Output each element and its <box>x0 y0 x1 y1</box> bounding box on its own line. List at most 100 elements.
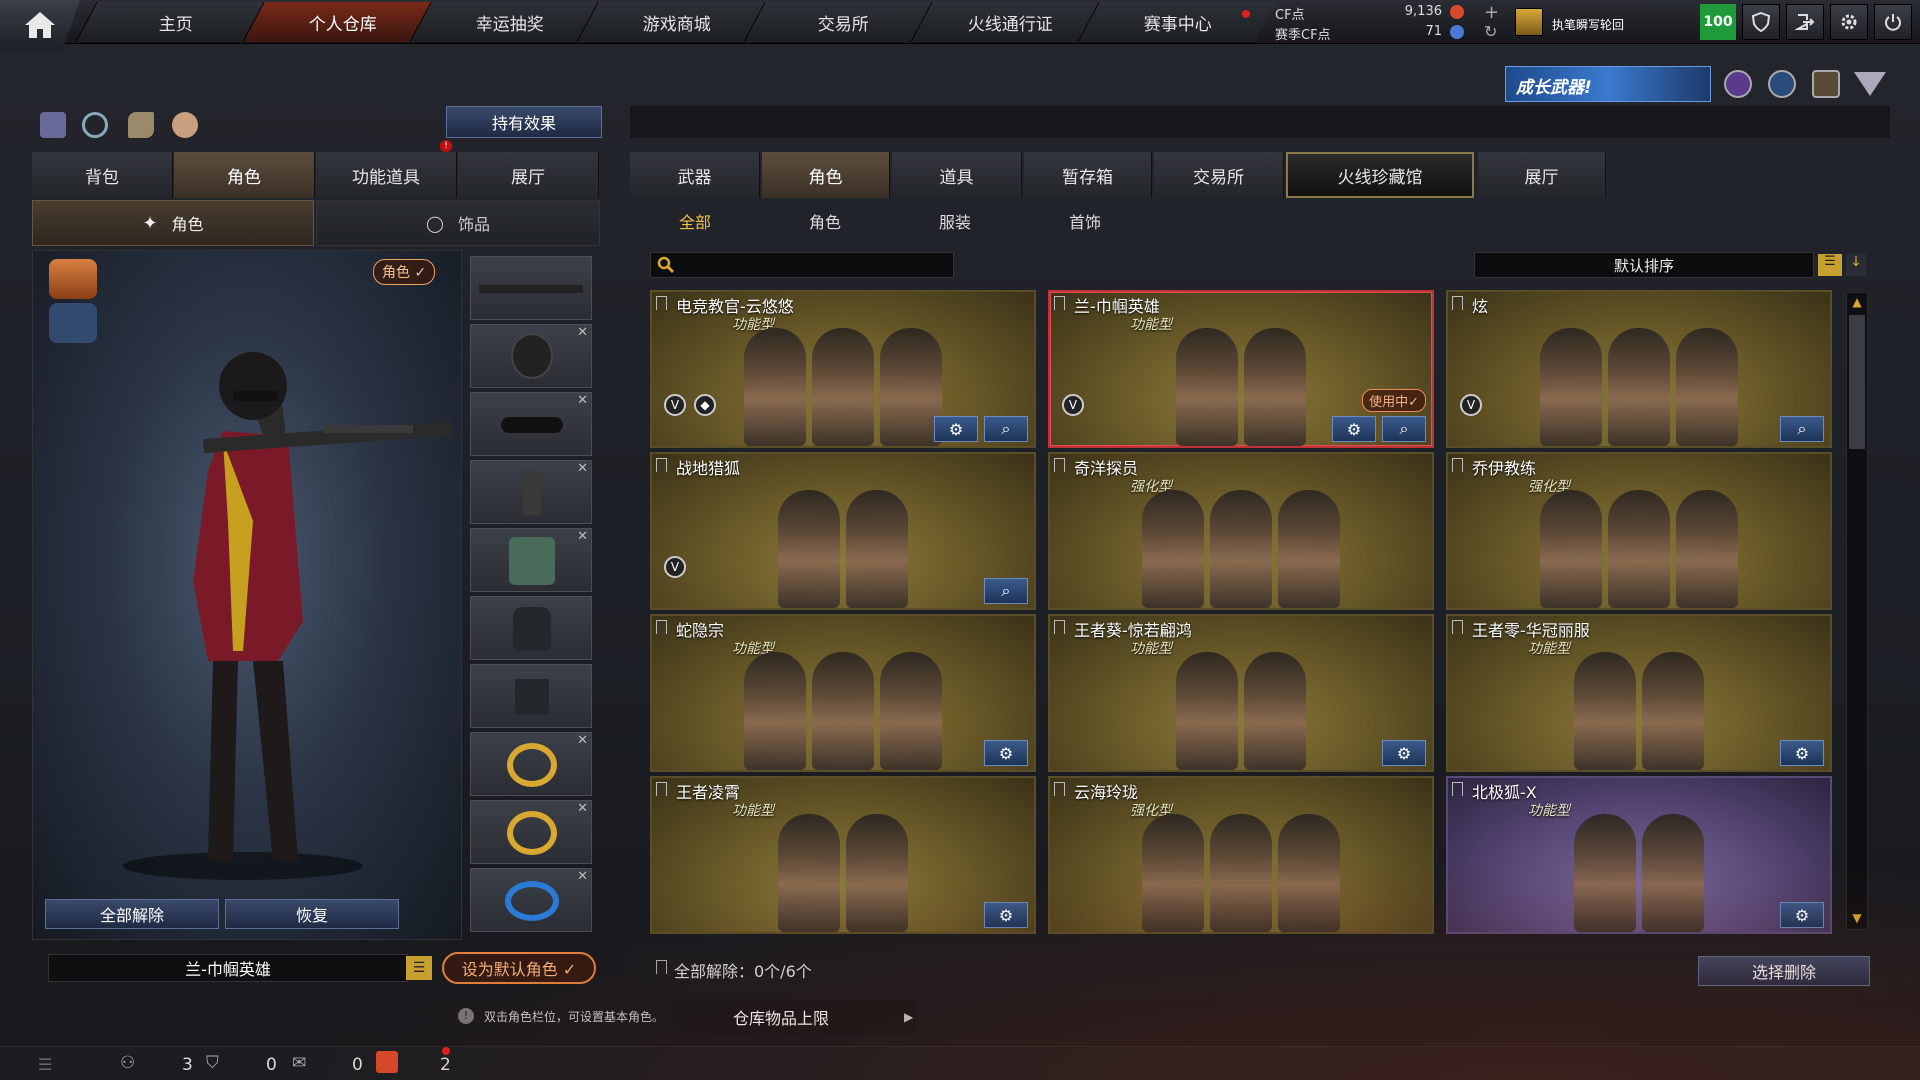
inspect-button[interactable]: ⌕ <box>984 578 1028 604</box>
remove-icon[interactable]: ✕ <box>577 393 588 408</box>
globe-icon[interactable] <box>1768 70 1796 98</box>
role-card[interactable]: 王者凌霄 功能型 ⚙ <box>650 776 1036 934</box>
nav-tab-6[interactable]: 赛事中心 <box>1077 2 1277 42</box>
upgrade-button[interactable]: ⚙ <box>984 740 1028 766</box>
scrollbar[interactable]: ▲ ▼ <box>1846 292 1868 930</box>
role-card[interactable]: 云海玲珑 强化型 <box>1048 776 1434 934</box>
bookmark-icon[interactable] <box>1054 458 1065 472</box>
shield-button[interactable] <box>1742 4 1780 40</box>
left-tab-1[interactable]: 角色 <box>174 152 315 198</box>
bookmark-icon[interactable] <box>1054 620 1065 634</box>
inspect-button[interactable]: ⌕ <box>1382 416 1426 442</box>
hold-effect-button[interactable]: 持有效果 <box>446 106 602 138</box>
menu-icon[interactable]: ☰ <box>38 1055 52 1074</box>
pet-icon[interactable] <box>172 112 198 138</box>
role-card[interactable]: 战地猎狐 V ⌕ <box>650 452 1036 610</box>
left-tab-2[interactable]: 功能道具 <box>316 152 457 198</box>
role-card[interactable]: 兰-巾帼英雄 功能型 V 使用中✓ ⚙ ⌕ <box>1048 290 1434 448</box>
home-button[interactable] <box>0 0 80 50</box>
subtab-role[interactable]: ✦ 角色 <box>32 200 314 246</box>
promo-banner[interactable]: 成长武器! <box>1505 66 1711 102</box>
settings-button[interactable] <box>1830 4 1868 40</box>
refresh-icon[interactable]: ↻ <box>1484 22 1497 41</box>
ranking-icon[interactable] <box>40 112 66 138</box>
inspect-button[interactable]: ⌕ <box>984 416 1028 442</box>
right-tab-1[interactable]: 角色 <box>762 152 890 198</box>
upgrade-button[interactable]: ⚙ <box>1332 416 1376 442</box>
unequip-all-button[interactable]: 全部解除 <box>45 899 219 929</box>
bookmark-icon[interactable] <box>656 296 667 310</box>
spray-icon[interactable] <box>128 112 154 138</box>
w-logo-icon[interactable] <box>1854 72 1886 96</box>
upgrade-button[interactable]: ⚙ <box>984 902 1028 928</box>
upgrade-button[interactable]: ⚙ <box>1780 740 1824 766</box>
sort-direction-icon[interactable]: ↓ <box>1846 254 1866 276</box>
upgrade-button[interactable]: ⚙ <box>1780 902 1824 928</box>
scroll-down-icon[interactable]: ▼ <box>1849 911 1865 927</box>
right-subtab-2[interactable]: 服装 <box>890 202 1020 240</box>
right-subtab-1[interactable]: 角色 <box>760 202 890 240</box>
add-currency-icon[interactable]: + <box>1484 2 1499 23</box>
role-card[interactable]: 乔伊教练 强化型 <box>1446 452 1832 610</box>
clan-shield-icon[interactable]: ⛉ <box>206 1053 219 1073</box>
fox-mode-icon[interactable] <box>49 259 97 299</box>
search-input[interactable] <box>650 252 954 278</box>
inspect-button[interactable]: ⌕ <box>1780 416 1824 442</box>
role-card[interactable]: 奇洋探员 强化型 <box>1048 452 1434 610</box>
restore-button[interactable]: 恢复 <box>225 899 399 929</box>
role-card[interactable]: 蛇隐宗 功能型 ⚙ <box>650 614 1036 772</box>
role-card[interactable]: 炫 V ⌕ <box>1446 290 1832 448</box>
role-card[interactable]: 王者零-华冠丽服 功能型 ⚙ <box>1446 614 1832 772</box>
slot-ring-2[interactable]: ✕ <box>470 800 592 864</box>
list-menu-icon[interactable]: ☰ <box>406 956 432 980</box>
bookmark-icon[interactable] <box>656 782 667 796</box>
right-tab-4[interactable]: 交易所 <box>1154 152 1284 198</box>
select-delete-button[interactable]: 选择删除 <box>1698 956 1870 986</box>
left-tab-3[interactable]: 展厅 <box>458 152 599 198</box>
bookmark-icon[interactable] <box>1452 296 1463 310</box>
remove-icon[interactable]: ✕ <box>577 529 588 544</box>
subtab-accessory[interactable]: ◯ 饰品 <box>316 200 600 246</box>
sort-list-icon[interactable]: ☰ <box>1818 254 1842 276</box>
remove-icon[interactable]: ✕ <box>577 801 588 816</box>
slot-body-empty[interactable] <box>470 596 592 660</box>
remove-icon[interactable]: ✕ <box>577 733 588 748</box>
bookmark-icon[interactable] <box>1054 782 1065 796</box>
right-tab-3[interactable]: 暂存箱 <box>1024 152 1152 198</box>
cycle-icon[interactable] <box>82 112 108 138</box>
chat-icon[interactable]: ✉ <box>292 1053 306 1073</box>
alt-mode-icon[interactable] <box>49 303 97 343</box>
remove-icon[interactable]: ✕ <box>577 325 588 340</box>
role-card[interactable]: 王者葵-惊若翩鸿 功能型 ⚙ <box>1048 614 1434 772</box>
slot-goggles[interactable]: ✕ <box>470 392 592 456</box>
slot-legs-empty[interactable] <box>470 664 592 728</box>
bookmark-icon[interactable] <box>1452 458 1463 472</box>
scroll-up-icon[interactable]: ▲ <box>1849 295 1865 311</box>
role-card[interactable]: 电竞教官-云悠悠 功能型 V ◆ ⚙ ⌕ <box>650 290 1036 448</box>
capacity-button[interactable]: 仓库物品上限 <box>646 1000 916 1034</box>
right-tab-0[interactable]: 武器 <box>630 152 760 198</box>
crossed-swords-icon[interactable] <box>1812 70 1840 98</box>
character-preview[interactable]: 角色 ✓ 全部解除 恢复 <box>32 250 462 940</box>
gift-icon[interactable] <box>376 1051 398 1073</box>
right-tab-6[interactable]: 展厅 <box>1478 152 1606 198</box>
logout-button[interactable] <box>1786 4 1824 40</box>
power-button[interactable] <box>1874 4 1912 40</box>
sort-dropdown[interactable]: 默认排序 <box>1474 252 1814 278</box>
right-tab-2[interactable]: 道具 <box>892 152 1022 198</box>
friends-icon[interactable]: ⚇ <box>120 1053 135 1073</box>
slot-bracelet[interactable]: ✕ <box>470 868 592 932</box>
right-subtab-0[interactable]: 全部 <box>630 202 760 240</box>
slot-helmet[interactable]: ✕ <box>470 324 592 388</box>
remove-icon[interactable]: ✕ <box>577 869 588 884</box>
bookmark-icon[interactable] <box>1054 296 1065 310</box>
slot-ring-1[interactable]: ✕ <box>470 732 592 796</box>
remove-icon[interactable]: ✕ <box>577 461 588 476</box>
v-badge-icon[interactable] <box>1724 70 1752 98</box>
right-subtab-3[interactable]: 首饰 <box>1020 202 1150 240</box>
bookmark-icon[interactable] <box>656 458 667 472</box>
capacity-arrow-icon[interactable]: ▶ <box>904 1010 913 1024</box>
bookmark-icon[interactable] <box>1452 782 1463 796</box>
slot-weapon[interactable] <box>470 256 592 320</box>
role-card[interactable]: 北极狐-X 功能型 ⚙ <box>1446 776 1832 934</box>
